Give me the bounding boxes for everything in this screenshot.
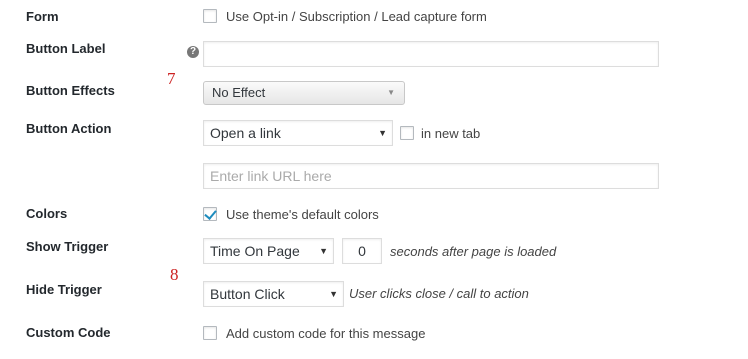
custom-code-checkbox[interactable]	[203, 326, 217, 340]
button-label-label: Button Label	[26, 41, 106, 56]
colors-label: Colors	[26, 206, 68, 221]
optin-form-checkbox-label[interactable]: Use Opt-in / Subscription / Lead capture…	[226, 9, 487, 25]
chevron-down-icon: ▼	[319, 246, 328, 256]
hide-trigger-label: Hide Trigger	[26, 282, 102, 297]
new-tab-checkbox[interactable]	[400, 126, 414, 140]
optin-form-checkbox[interactable]	[203, 9, 217, 23]
theme-colors-checkbox[interactable]	[203, 207, 217, 221]
button-action-label: Button Action	[26, 121, 112, 136]
annotation-marker-7: 7	[167, 69, 176, 88]
button-action-select[interactable]: Open a link ▼	[203, 120, 393, 146]
hide-trigger-hint: User clicks close / call to action	[349, 286, 529, 301]
link-url-input[interactable]: Enter link URL here	[203, 163, 659, 189]
hide-trigger-select[interactable]: Button Click ▼	[203, 281, 344, 307]
custom-code-label: Custom Code	[26, 325, 111, 340]
show-trigger-label: Show Trigger	[26, 239, 109, 254]
custom-code-checkbox-label[interactable]: Add custom code for this message	[226, 326, 425, 342]
button-action-selected-value: Open a link	[210, 125, 281, 141]
button-effects-selected-value: No Effect	[212, 85, 266, 100]
show-trigger-seconds-input[interactable]: 0	[342, 238, 382, 264]
help-icon[interactable]: ?	[187, 46, 199, 58]
chevron-down-icon: ▼	[387, 88, 395, 97]
chevron-down-icon: ▼	[378, 128, 387, 138]
button-label-input[interactable]	[203, 41, 659, 67]
message-settings-form: Form Use Opt-in / Subscription / Lead ca…	[0, 0, 748, 359]
show-trigger-selected-value: Time On Page	[210, 243, 300, 259]
button-effects-label: Button Effects	[26, 83, 115, 98]
annotation-marker-8: 8	[170, 265, 179, 284]
theme-colors-checkbox-label[interactable]: Use theme's default colors	[226, 207, 379, 223]
hide-trigger-selected-value: Button Click	[210, 286, 285, 302]
show-trigger-hint: seconds after page is loaded	[390, 244, 557, 259]
new-tab-checkbox-label[interactable]: in new tab	[421, 126, 480, 142]
show-trigger-select[interactable]: Time On Page ▼	[203, 238, 334, 264]
form-label: Form	[26, 9, 59, 24]
button-effects-select[interactable]: No Effect ▼	[203, 81, 405, 105]
chevron-down-icon: ▼	[329, 289, 338, 299]
